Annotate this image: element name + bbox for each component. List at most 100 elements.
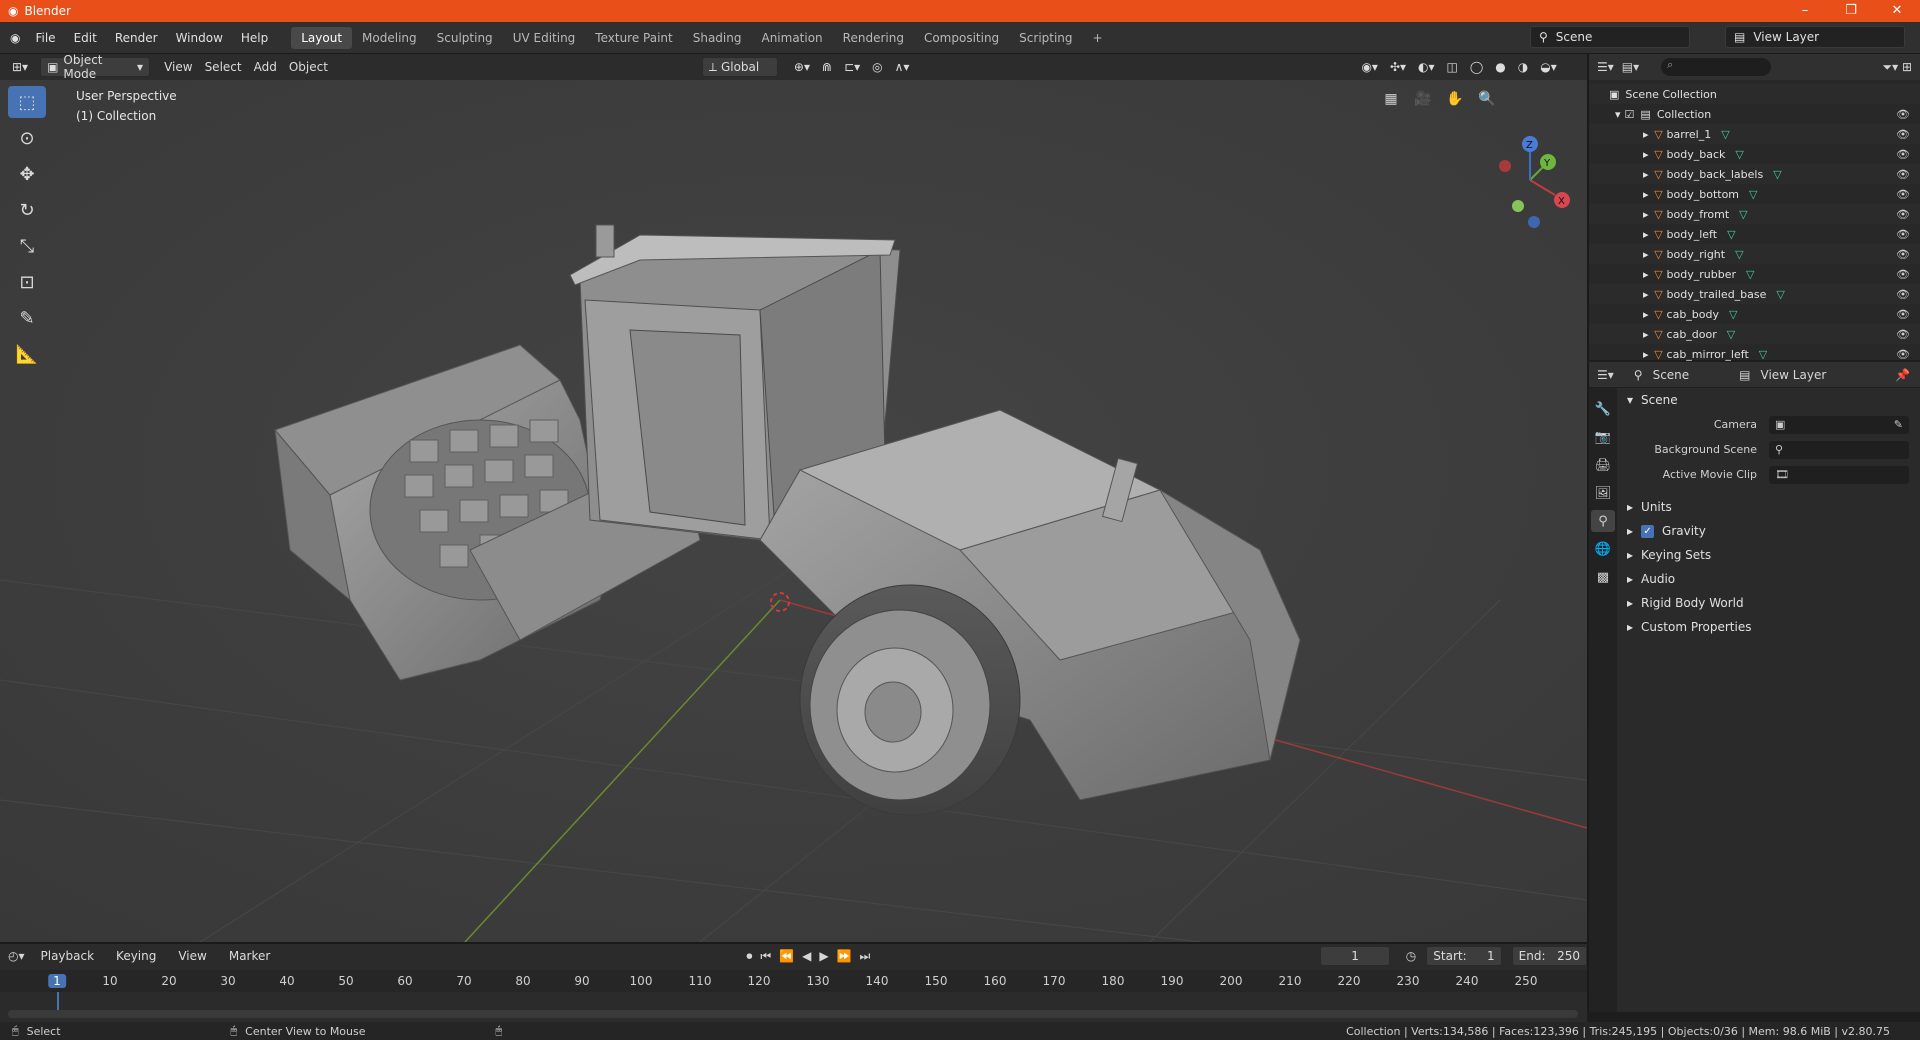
- rotate-tool-icon[interactable]: ↻: [8, 194, 46, 226]
- outliner-item-body_bottom[interactable]: ▸ ▽ body_bottom ▽ 👁: [1589, 184, 1920, 204]
- menu-edit[interactable]: Edit: [65, 31, 106, 45]
- shading-rendered-icon[interactable]: ◒▾: [1534, 57, 1563, 77]
- scale-tool-icon[interactable]: ⤡: [8, 230, 46, 262]
- expand-arrow-icon[interactable]: ▸: [1643, 228, 1649, 241]
- add-workspace-button[interactable]: +: [1083, 27, 1113, 49]
- eye-icon[interactable]: 👁: [1896, 108, 1910, 121]
- background-scene-field[interactable]: ⚲: [1769, 440, 1909, 459]
- gizmo-neg-x-handle[interactable]: [1499, 160, 1511, 172]
- mode-dropdown[interactable]: ▣ Object Mode ▾: [40, 53, 151, 81]
- collapse-arrow-icon[interactable]: ▾: [1615, 108, 1621, 121]
- menu-view[interactable]: View: [158, 57, 198, 77]
- outliner-item-body_left[interactable]: ▸ ▽ body_left ▽ 👁: [1589, 224, 1920, 244]
- eye-icon[interactable]: 👁: [1896, 328, 1910, 341]
- eye-icon[interactable]: 👁: [1896, 308, 1910, 321]
- close-button[interactable]: ✕: [1874, 0, 1920, 22]
- tab-shading[interactable]: Shading: [683, 27, 752, 49]
- eye-icon[interactable]: 👁: [1896, 348, 1910, 361]
- maximize-button[interactable]: ❐: [1828, 0, 1874, 22]
- jump-start-icon[interactable]: ⏮: [760, 949, 771, 964]
- proportional-edit-icon[interactable]: ◎: [866, 57, 888, 77]
- outliner-search-input[interactable]: ⌕: [1661, 58, 1772, 76]
- eye-icon[interactable]: 👁: [1896, 268, 1910, 281]
- pan-hand-icon[interactable]: ✋: [1444, 88, 1466, 110]
- visibility-icon[interactable]: ◉▾: [1355, 57, 1384, 77]
- play-reverse-icon[interactable]: ◀: [802, 949, 811, 963]
- view-layer-tab-icon[interactable]: 🖼: [1591, 482, 1615, 504]
- outliner-item-body_rubber[interactable]: ▸ ▽ body_rubber ▽ 👁: [1589, 264, 1920, 284]
- eyedropper-icon[interactable]: ✎: [1894, 418, 1903, 431]
- cursor-tool-icon[interactable]: ⊙: [8, 122, 46, 154]
- camera-view-icon[interactable]: 🎥: [1412, 88, 1434, 110]
- 3d-viewport[interactable]: X Y Z: [0, 80, 1587, 942]
- minimize-button[interactable]: –: [1782, 0, 1828, 22]
- menu-timeline-view[interactable]: View: [172, 946, 212, 966]
- timeline-scrollbar[interactable]: [8, 1010, 1578, 1018]
- scene-section-header[interactable]: ▾ Scene: [1619, 388, 1920, 412]
- eye-icon[interactable]: 👁: [1896, 148, 1910, 161]
- keying-sets-section[interactable]: ▸ Keying Sets: [1619, 543, 1920, 567]
- current-frame-field[interactable]: 1: [1320, 946, 1390, 966]
- transform-orientation-dropdown[interactable]: ⟂ Global: [701, 57, 778, 77]
- camera-field[interactable]: ▣ ✎: [1769, 415, 1909, 434]
- annotate-tool-icon[interactable]: ✎: [8, 302, 46, 334]
- menu-render[interactable]: Render: [106, 31, 167, 45]
- expand-arrow-icon[interactable]: ▸: [1643, 188, 1649, 201]
- xray-icon[interactable]: ◫: [1441, 57, 1464, 77]
- gizmo-neg-z-handle[interactable]: [1528, 216, 1540, 228]
- eye-icon[interactable]: 👁: [1896, 208, 1910, 221]
- expand-arrow-icon[interactable]: ▸: [1643, 248, 1649, 261]
- menu-marker[interactable]: Marker: [223, 946, 276, 966]
- tab-sculpting[interactable]: Sculpting: [427, 27, 503, 49]
- editor-type-icon[interactable]: ⊞▾: [6, 57, 34, 77]
- checkbox-icon[interactable]: ☑: [1625, 108, 1635, 121]
- expand-arrow-icon[interactable]: ▸: [1643, 308, 1649, 321]
- record-icon[interactable]: ⏺: [746, 949, 752, 964]
- gravity-section[interactable]: ▸ ✓ Gravity: [1619, 519, 1920, 543]
- custom-properties-section[interactable]: ▸ Custom Properties: [1619, 615, 1920, 639]
- world-tab-icon[interactable]: 🌐: [1591, 538, 1615, 560]
- expand-arrow-icon[interactable]: ▸: [1643, 128, 1649, 141]
- expand-arrow-icon[interactable]: ▸: [1643, 288, 1649, 301]
- outliner-item-cab_door[interactable]: ▸ ▽ cab_door ▽ 👁: [1589, 324, 1920, 344]
- snap-icon[interactable]: ⋒: [816, 57, 838, 77]
- units-section[interactable]: ▸ Units: [1619, 495, 1920, 519]
- timeline-editor-icon[interactable]: ◴▾: [8, 949, 25, 963]
- outliner-editor-icon[interactable]: ☰▾: [1597, 60, 1614, 74]
- menu-playback[interactable]: Playback: [35, 946, 101, 966]
- eye-icon[interactable]: 👁: [1896, 168, 1910, 181]
- outliner-item-body_right[interactable]: ▸ ▽ body_right ▽ 👁: [1589, 244, 1920, 264]
- outliner-item-cab_mirror_left[interactable]: ▸ ▽ cab_mirror_left ▽ 👁: [1589, 344, 1920, 364]
- texture-tab-icon[interactable]: ▩: [1591, 566, 1615, 588]
- outliner-item-body_fromt[interactable]: ▸ ▽ body_fromt ▽ 👁: [1589, 204, 1920, 224]
- output-tab-icon[interactable]: 🖨: [1591, 454, 1615, 476]
- overlay-toggle-icon[interactable]: ◐▾: [1412, 57, 1441, 77]
- tab-layout[interactable]: Layout: [291, 26, 353, 49]
- measure-tool-icon[interactable]: 📐: [8, 338, 46, 370]
- menu-add[interactable]: Add: [248, 57, 283, 77]
- view-layer-selector[interactable]: ▤ View Layer: [1725, 26, 1905, 48]
- scene-tab-icon[interactable]: ⚲: [1591, 510, 1615, 532]
- play-icon[interactable]: ▶: [819, 949, 828, 963]
- active-movie-clip-field[interactable]: 🎞: [1769, 465, 1909, 484]
- tab-rendering[interactable]: Rendering: [833, 27, 914, 49]
- eye-icon[interactable]: 👁: [1896, 188, 1910, 201]
- jump-end-icon[interactable]: ⏭: [860, 949, 871, 964]
- shading-wireframe-icon[interactable]: ◯: [1464, 57, 1489, 77]
- outliner-item-body_back[interactable]: ▸ ▽ body_back ▽ 👁: [1589, 144, 1920, 164]
- tool-tab-icon[interactable]: 🔧: [1591, 398, 1615, 420]
- expand-arrow-icon[interactable]: ▸: [1643, 168, 1649, 181]
- scene-selector[interactable]: ⚲ Scene: [1530, 26, 1690, 48]
- tab-modeling[interactable]: Modeling: [352, 27, 427, 49]
- expand-arrow-icon[interactable]: ▸: [1643, 268, 1649, 281]
- menu-keying[interactable]: Keying: [110, 946, 162, 966]
- outliner-collection[interactable]: ▾ ☑ ▤ Collection 👁: [1589, 104, 1920, 124]
- end-frame-field[interactable]: End: 250: [1511, 946, 1588, 966]
- render-tab-icon[interactable]: 📷: [1591, 426, 1615, 448]
- menu-window[interactable]: Window: [167, 31, 232, 45]
- eye-icon[interactable]: 👁: [1896, 128, 1910, 141]
- shading-solid-icon[interactable]: ●: [1489, 57, 1511, 77]
- expand-arrow-icon[interactable]: ▸: [1643, 208, 1649, 221]
- outliner-item-barrel_1[interactable]: ▸ ▽ barrel_1 ▽ 👁: [1589, 124, 1920, 144]
- grid-view-icon[interactable]: ▦: [1380, 88, 1402, 110]
